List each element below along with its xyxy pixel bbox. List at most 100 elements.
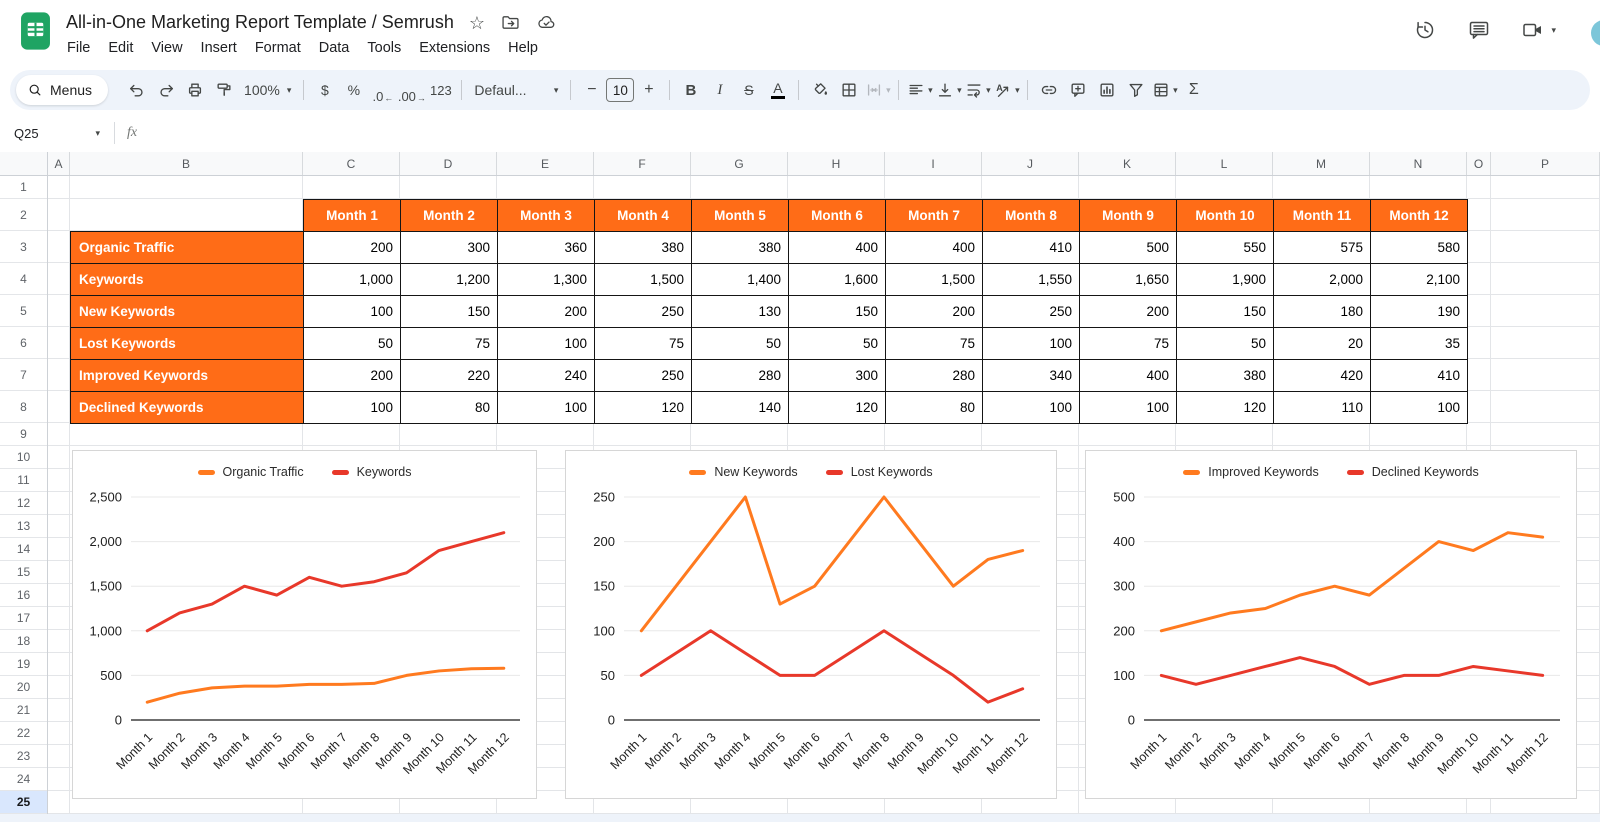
table-cell[interactable]: 1,300 [497,263,595,296]
table-cell[interactable]: 100 [497,327,595,360]
table-header-cell[interactable]: Month 5 [691,199,789,232]
table-cell[interactable]: 75 [400,327,498,360]
table-row-label[interactable]: New Keywords [70,295,304,328]
menus-search-button[interactable]: Menus [16,75,109,105]
column-header-G[interactable]: G [691,152,788,175]
table-row-label[interactable]: Keywords [70,263,304,296]
table-cell[interactable]: 400 [788,231,886,264]
table-row-label[interactable]: Improved Keywords [70,359,304,392]
row-header-15[interactable]: 15 [0,561,47,584]
row-header-7[interactable]: 7 [0,359,47,391]
account-avatar[interactable] [1591,20,1600,46]
table-cell[interactable]: 100 [982,327,1080,360]
zoom-selector[interactable]: 100% ▾ [238,76,297,104]
row-header-25[interactable]: 25 [0,791,47,814]
table-header-cell[interactable]: Month 10 [1176,199,1274,232]
table-cell[interactable]: 575 [1273,231,1371,264]
menu-item-help[interactable]: Help [499,37,547,59]
sheets-logo-icon[interactable] [20,11,51,51]
select-all-corner[interactable] [0,152,48,176]
table-cell[interactable]: 400 [1079,359,1177,392]
table-cell[interactable]: 1,000 [303,263,401,296]
chart-improved-declined-keywords[interactable]: Improved Keywords Declined Keywords 0 100 20… [1085,450,1577,799]
row-header-24[interactable]: 24 [0,768,47,791]
functions-button[interactable]: Σ [1179,76,1208,104]
table-cell[interactable]: 1,200 [400,263,498,296]
table-header-cell[interactable]: Month 2 [400,199,498,232]
font-size-input[interactable]: 10 [606,78,635,102]
menu-item-data[interactable]: Data [310,37,359,59]
table-cell[interactable]: 200 [303,231,401,264]
table-cell[interactable]: 100 [303,391,401,424]
paint-format-button[interactable] [209,76,238,104]
table-cell[interactable]: 50 [1176,327,1274,360]
column-header-O[interactable]: O [1467,152,1491,175]
menu-item-edit[interactable]: Edit [99,37,142,59]
table-cell[interactable]: 1,500 [594,263,692,296]
table-cell[interactable]: 130 [691,295,789,328]
table-cell[interactable]: 80 [400,391,498,424]
table-cell[interactable]: 410 [1370,359,1468,392]
row-header-3[interactable]: 3 [0,231,47,263]
table-cell[interactable]: 340 [982,359,1080,392]
row-header-10[interactable]: 10 [0,446,47,469]
row-header-4[interactable]: 4 [0,263,47,295]
column-header-L[interactable]: L [1176,152,1273,175]
table-cell[interactable]: 380 [1176,359,1274,392]
create-filter-button[interactable] [1121,76,1150,104]
decrease-font-size-button[interactable]: − [577,76,606,104]
table-cell[interactable]: 1,550 [982,263,1080,296]
table-cell[interactable]: 110 [1273,391,1371,424]
meet-caret-icon[interactable]: ▾ [1551,25,1556,36]
borders-button[interactable] [834,76,863,104]
table-cell[interactable]: 100 [982,391,1080,424]
row-header-18[interactable]: 18 [0,630,47,653]
table-cell[interactable]: 200 [497,295,595,328]
table-cell[interactable]: 550 [1176,231,1274,264]
table-cell[interactable]: 100 [1370,391,1468,424]
row-header-6[interactable]: 6 [0,327,47,359]
table-cell[interactable]: 150 [788,295,886,328]
table-cell[interactable]: 250 [594,295,692,328]
row-header-12[interactable]: 12 [0,492,47,515]
table-cell[interactable]: 75 [885,327,983,360]
column-header-I[interactable]: I [885,152,982,175]
table-cell[interactable]: 75 [1079,327,1177,360]
row-header-2[interactable]: 2 [0,199,47,231]
row-header-21[interactable]: 21 [0,699,47,722]
column-header-P[interactable]: P [1491,152,1600,175]
table-cell[interactable]: 100 [1079,391,1177,424]
row-header-11[interactable]: 11 [0,469,47,492]
table-header-cell[interactable]: Month 8 [982,199,1080,232]
horizontal-align-button[interactable]: ▾ [905,76,934,104]
text-rotation-button[interactable]: A ▾ [992,76,1021,104]
table-cell[interactable]: 380 [594,231,692,264]
row-header-20[interactable]: 20 [0,676,47,699]
row-header-14[interactable]: 14 [0,538,47,561]
bold-button[interactable]: B [676,76,705,104]
more-formats-button[interactable]: 123 [426,76,455,104]
table-cell[interactable]: 100 [497,391,595,424]
print-button[interactable] [180,76,209,104]
version-history-icon[interactable] [1413,18,1437,42]
table-cell[interactable]: 1,400 [691,263,789,296]
table-cell[interactable]: 120 [594,391,692,424]
table-cell[interactable]: 50 [691,327,789,360]
column-header-C[interactable]: C [303,152,400,175]
table-header-cell[interactable]: Month 6 [788,199,886,232]
table-cell[interactable]: 300 [400,231,498,264]
table-cell[interactable]: 400 [885,231,983,264]
star-icon[interactable]: ☆ [469,14,485,32]
menu-item-view[interactable]: View [142,37,191,59]
comments-icon[interactable] [1467,18,1491,42]
table-cell[interactable]: 150 [400,295,498,328]
text-wrap-button[interactable]: ▾ [963,76,992,104]
table-cell[interactable]: 360 [497,231,595,264]
table-cell[interactable]: 120 [1176,391,1274,424]
strikethrough-button[interactable]: S [734,76,763,104]
table-cell[interactable]: 20 [1273,327,1371,360]
table-cell[interactable]: 1,600 [788,263,886,296]
table-cell[interactable]: 580 [1370,231,1468,264]
table-header-cell[interactable]: Month 12 [1370,199,1468,232]
meet-video-icon[interactable]: ▾ [1521,18,1556,42]
